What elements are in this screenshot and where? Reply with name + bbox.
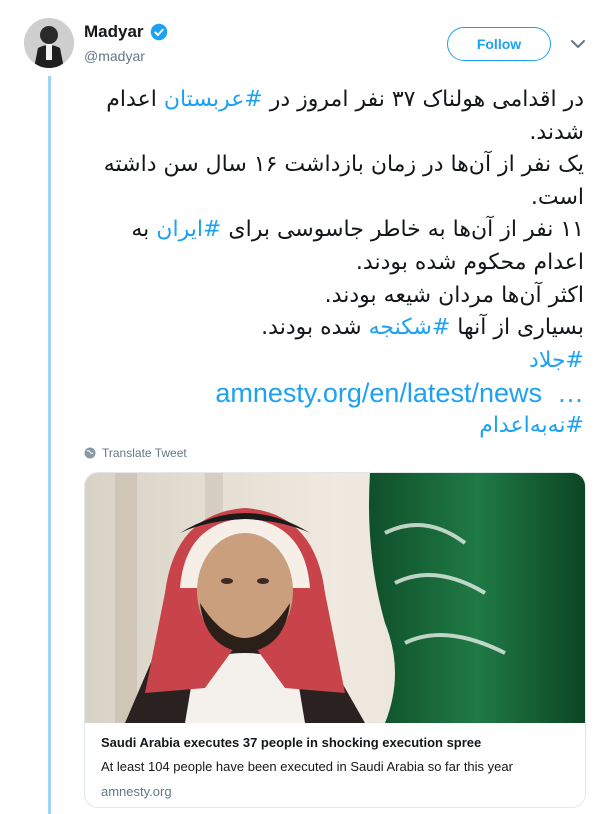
link-preview-card[interactable]: Saudi Arabia executes 37 people in shock… <box>84 472 586 808</box>
chevron-down-icon[interactable] <box>569 38 587 50</box>
card-domain: amnesty.org <box>101 784 172 799</box>
translate-label: Translate Tweet <box>102 446 187 460</box>
translate-tweet-button[interactable]: Translate Tweet <box>84 446 187 460</box>
tweet-line: در اقدامی هولناک ۳۷ نفر امروز در #عربستا… <box>106 87 584 112</box>
card-title: Saudi Arabia executes 37 people in shock… <box>101 735 482 750</box>
tweet-url-link[interactable]: amnesty.org/en/latest/news … <box>84 377 584 410</box>
tweet-line: ۱۱ نفر از آن‌ها به خاطر جاسوسی برای #ایر… <box>131 217 584 243</box>
author-block: Madyar @madyar <box>84 22 168 64</box>
tweet-line: بسیاری از آنها #شکنجه شده بودند. <box>261 315 584 341</box>
avatar[interactable] <box>24 18 74 68</box>
author-handle[interactable]: @madyar <box>84 48 168 64</box>
card-body: Saudi Arabia executes 37 people in shock… <box>101 735 569 799</box>
globe-icon <box>84 447 96 459</box>
follow-button[interactable]: Follow <box>447 27 551 61</box>
card-image <box>85 473 585 723</box>
hashtag-link[interactable]: #ایران <box>156 217 221 242</box>
hashtag-link[interactable]: #نه‌به‌اعدام <box>84 410 584 443</box>
card-description: At least 104 people have been executed i… <box>101 759 513 774</box>
tweet-line: اکثر آن‌ها مردان شیعه بودند. <box>324 282 584 308</box>
hashtag-link[interactable]: #عربستان <box>164 87 263 112</box>
tweet-line: یک نفر از آن‌ها در زمان بازداشت ۱۶ سال س… <box>103 152 584 178</box>
tweet-line: اعدام محکوم شده بودند. <box>355 249 584 275</box>
verified-badge-icon <box>150 23 167 41</box>
tweet-line: است. <box>530 184 584 210</box>
thread-line <box>48 76 51 814</box>
hashtag-link[interactable]: #شکنجه <box>369 315 451 340</box>
hashtag-link[interactable]: #جلاد <box>84 345 584 378</box>
author-name[interactable]: Madyar <box>84 22 144 42</box>
tweet-text: در اقدامی هولناک ۳۷ نفر امروز در #عربستا… <box>84 84 584 443</box>
tweet-line: شدند. <box>529 119 584 145</box>
